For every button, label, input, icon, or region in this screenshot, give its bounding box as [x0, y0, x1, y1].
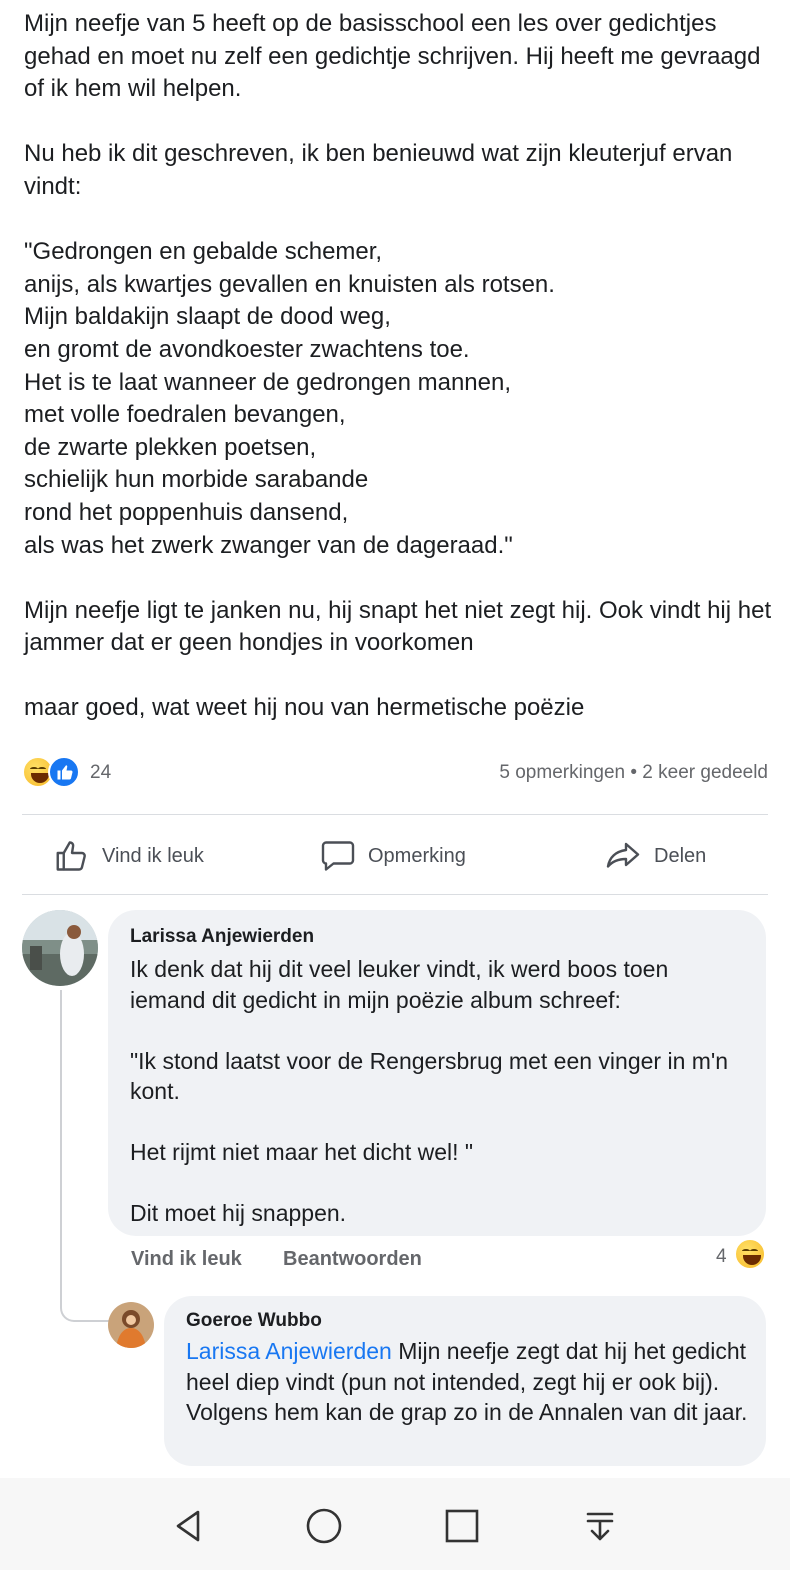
post-paragraph: Mijn neefje ligt te janken nu, hij snapt…: [24, 596, 772, 657]
mention-link[interactable]: Larissa Anjewierden: [186, 1338, 392, 1364]
back-icon[interactable]: [164, 1502, 212, 1550]
share-button[interactable]: Delen: [604, 830, 706, 882]
reaction-icons[interactable]: [22, 756, 80, 788]
like-reaction-icon: [48, 756, 80, 788]
thumbs-up-icon: [54, 838, 90, 874]
notification-pulldown-icon[interactable]: [576, 1502, 624, 1550]
comment-reaction-count[interactable]: 4: [716, 1246, 727, 1268]
post-action-bar: Vind ik leuk Opmerking Delen: [0, 830, 790, 886]
comment-button[interactable]: Opmerking: [320, 830, 466, 882]
comment-label: Opmerking: [368, 844, 466, 867]
system-navigation-bar: [0, 1478, 790, 1570]
comment-text: Larissa Anjewierden Mijn neefje zegt dat…: [186, 1336, 756, 1428]
post-paragraph: maar goed, wat weet hij nou van hermetis…: [24, 694, 585, 722]
reply-bubble[interactable]: Goeroe Wubbo Larissa Anjewierden Mijn ne…: [164, 1296, 766, 1466]
like-button[interactable]: Vind ik leuk: [54, 830, 204, 882]
avatar[interactable]: [22, 910, 98, 986]
divider: [22, 894, 768, 895]
comment-author[interactable]: Larissa Anjewierden: [130, 926, 314, 948]
share-arrow-icon: [604, 838, 642, 874]
comment-bubble[interactable]: Larissa Anjewierden Ik denk dat hij dit …: [108, 910, 766, 1236]
post-paragraph: Nu heb ik dit geschreven, ik ben benieuw…: [24, 140, 733, 200]
reaction-count[interactable]: 24: [90, 762, 111, 784]
comment-text: Ik denk dat hij dit veel leuker vindt, i…: [130, 956, 729, 1226]
home-icon[interactable]: [300, 1502, 348, 1550]
post-paragraph: Mijn neefje van 5 heeft op de basisschoo…: [24, 10, 761, 103]
post-body: Mijn neefje van 5 heeft op de basisschoo…: [24, 8, 774, 725]
laugh-reaction-icon[interactable]: [734, 1238, 766, 1270]
avatar[interactable]: [108, 1302, 154, 1348]
recents-icon[interactable]: [438, 1502, 486, 1550]
comment-like-button[interactable]: Vind ik leuk: [131, 1248, 242, 1271]
post-poem: "Gedrongen en gebalde schemer, anijs, al…: [24, 238, 555, 559]
comment-author[interactable]: Goeroe Wubbo: [186, 1310, 322, 1332]
share-label: Delen: [654, 844, 707, 867]
comment-icon: [320, 838, 356, 874]
like-label: Vind ik leuk: [102, 844, 204, 867]
reactions-summary[interactable]: 24 5 opmerkingen • 2 keer gedeeld: [22, 756, 768, 792]
comment-share-stats[interactable]: 5 opmerkingen • 2 keer gedeeld: [499, 762, 768, 784]
reply-thread-line: [60, 990, 110, 1322]
comment-reply-button[interactable]: Beantwoorden: [283, 1248, 422, 1271]
divider: [22, 814, 768, 815]
